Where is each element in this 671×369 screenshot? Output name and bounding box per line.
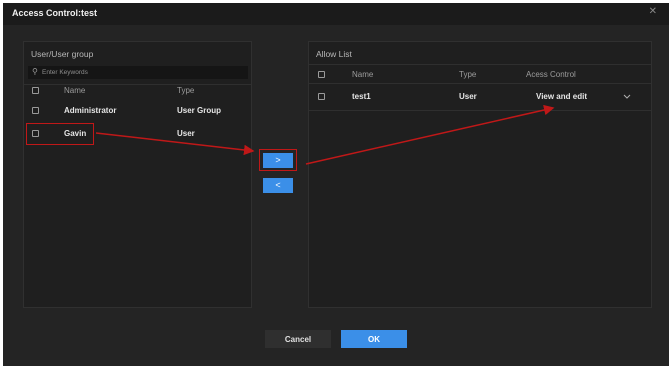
arrow-to-add-button: [95, 132, 255, 156]
access-control-dialog: Access Control:test ✕ User/User group ⚲ …: [3, 3, 669, 366]
arrow-to-allow-list: [305, 104, 555, 165]
annotation-arrows: [95, 104, 555, 165]
